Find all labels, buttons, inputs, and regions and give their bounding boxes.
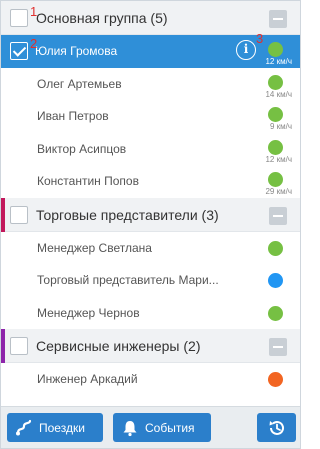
list-item[interactable]: Менеджер Светлана <box>1 231 300 264</box>
speed-label: 14 км/ч <box>265 89 292 99</box>
unit-list: Основная группа (5) Юлия Громова i 12 км… <box>1 1 300 406</box>
status-dot <box>268 42 283 57</box>
group-header-sales[interactable]: Торговые представители (3) <box>1 197 300 232</box>
unit-name: Менеджер Светлана <box>37 240 152 255</box>
bottom-toolbar: Поездки События <box>1 406 300 448</box>
status-dot <box>268 139 283 155</box>
status-dot <box>268 372 283 387</box>
group-color-stripe <box>1 197 5 232</box>
annotation-marker-3: 3 <box>256 31 264 46</box>
status-dot <box>268 107 283 122</box>
list-item[interactable]: Виктор Асипцов 12 км/ч <box>1 132 300 165</box>
events-button[interactable]: События <box>113 413 211 442</box>
status-dot <box>268 74 283 90</box>
unit-name: Инженер Аркадий <box>37 372 138 386</box>
unit-name: Виктор Асипцов <box>37 141 127 156</box>
annotation-marker-1: 1 <box>30 4 38 19</box>
speed-label: 29 км/ч <box>265 187 292 196</box>
bell-icon <box>123 420 137 436</box>
item-checkbox-checked[interactable] <box>10 42 28 60</box>
group-checkbox[interactable] <box>10 9 28 27</box>
unit-name: Торговый представитель Мари... <box>37 273 219 287</box>
group-checkbox[interactable] <box>10 205 28 224</box>
speed-label: 12 км/ч <box>265 57 292 66</box>
speed-label: 9 км/ч <box>269 122 292 131</box>
status-dot <box>268 305 283 321</box>
unit-name: Юлия Громова <box>35 44 118 58</box>
trips-label: Поездки <box>39 420 85 435</box>
group-title: Торговые представители (3) <box>36 206 219 223</box>
history-button[interactable] <box>257 413 296 442</box>
status-dot <box>268 240 283 256</box>
status-dot <box>268 172 283 187</box>
unit-name: Константин Попов <box>37 174 139 188</box>
group-title: Сервисные инженеры (2) <box>36 338 201 354</box>
route-icon <box>16 419 32 435</box>
status-dot <box>268 273 283 288</box>
unit-name: Иван Петров <box>37 109 109 123</box>
collapse-icon[interactable] <box>269 206 287 225</box>
list-item[interactable]: Иван Петров 9 км/ч <box>1 100 300 133</box>
group-checkbox[interactable] <box>10 337 28 355</box>
unit-name: Олег Артемьев <box>37 76 122 91</box>
list-item[interactable]: Инженер Аркадий <box>1 363 300 396</box>
group-header-main[interactable]: Основная группа (5) <box>1 1 300 35</box>
list-item[interactable]: Менеджер Чернов <box>1 296 300 329</box>
unit-name: Менеджер Чернов <box>37 305 140 320</box>
group-title: Основная группа (5) <box>36 10 168 26</box>
collapse-icon[interactable] <box>269 10 287 28</box>
group-color-stripe <box>1 329 5 363</box>
history-icon <box>269 420 284 435</box>
tracking-panel: Основная группа (5) Юлия Громова i 12 км… <box>0 0 301 449</box>
annotation-marker-2: 2 <box>30 36 38 51</box>
info-icon[interactable]: i <box>236 40 256 60</box>
group-header-engineers[interactable]: Сервисные инженеры (2) <box>1 329 300 363</box>
list-item[interactable]: Константин Попов 29 км/ч <box>1 165 300 198</box>
trips-button[interactable]: Поездки <box>7 413 103 442</box>
list-item[interactable]: Олег Артемьев 14 км/ч <box>1 67 300 100</box>
collapse-icon[interactable] <box>269 338 287 356</box>
speed-label: 12 км/ч <box>265 154 292 164</box>
events-label: События <box>145 420 195 435</box>
list-item[interactable]: Торговый представитель Мари... <box>1 264 300 297</box>
